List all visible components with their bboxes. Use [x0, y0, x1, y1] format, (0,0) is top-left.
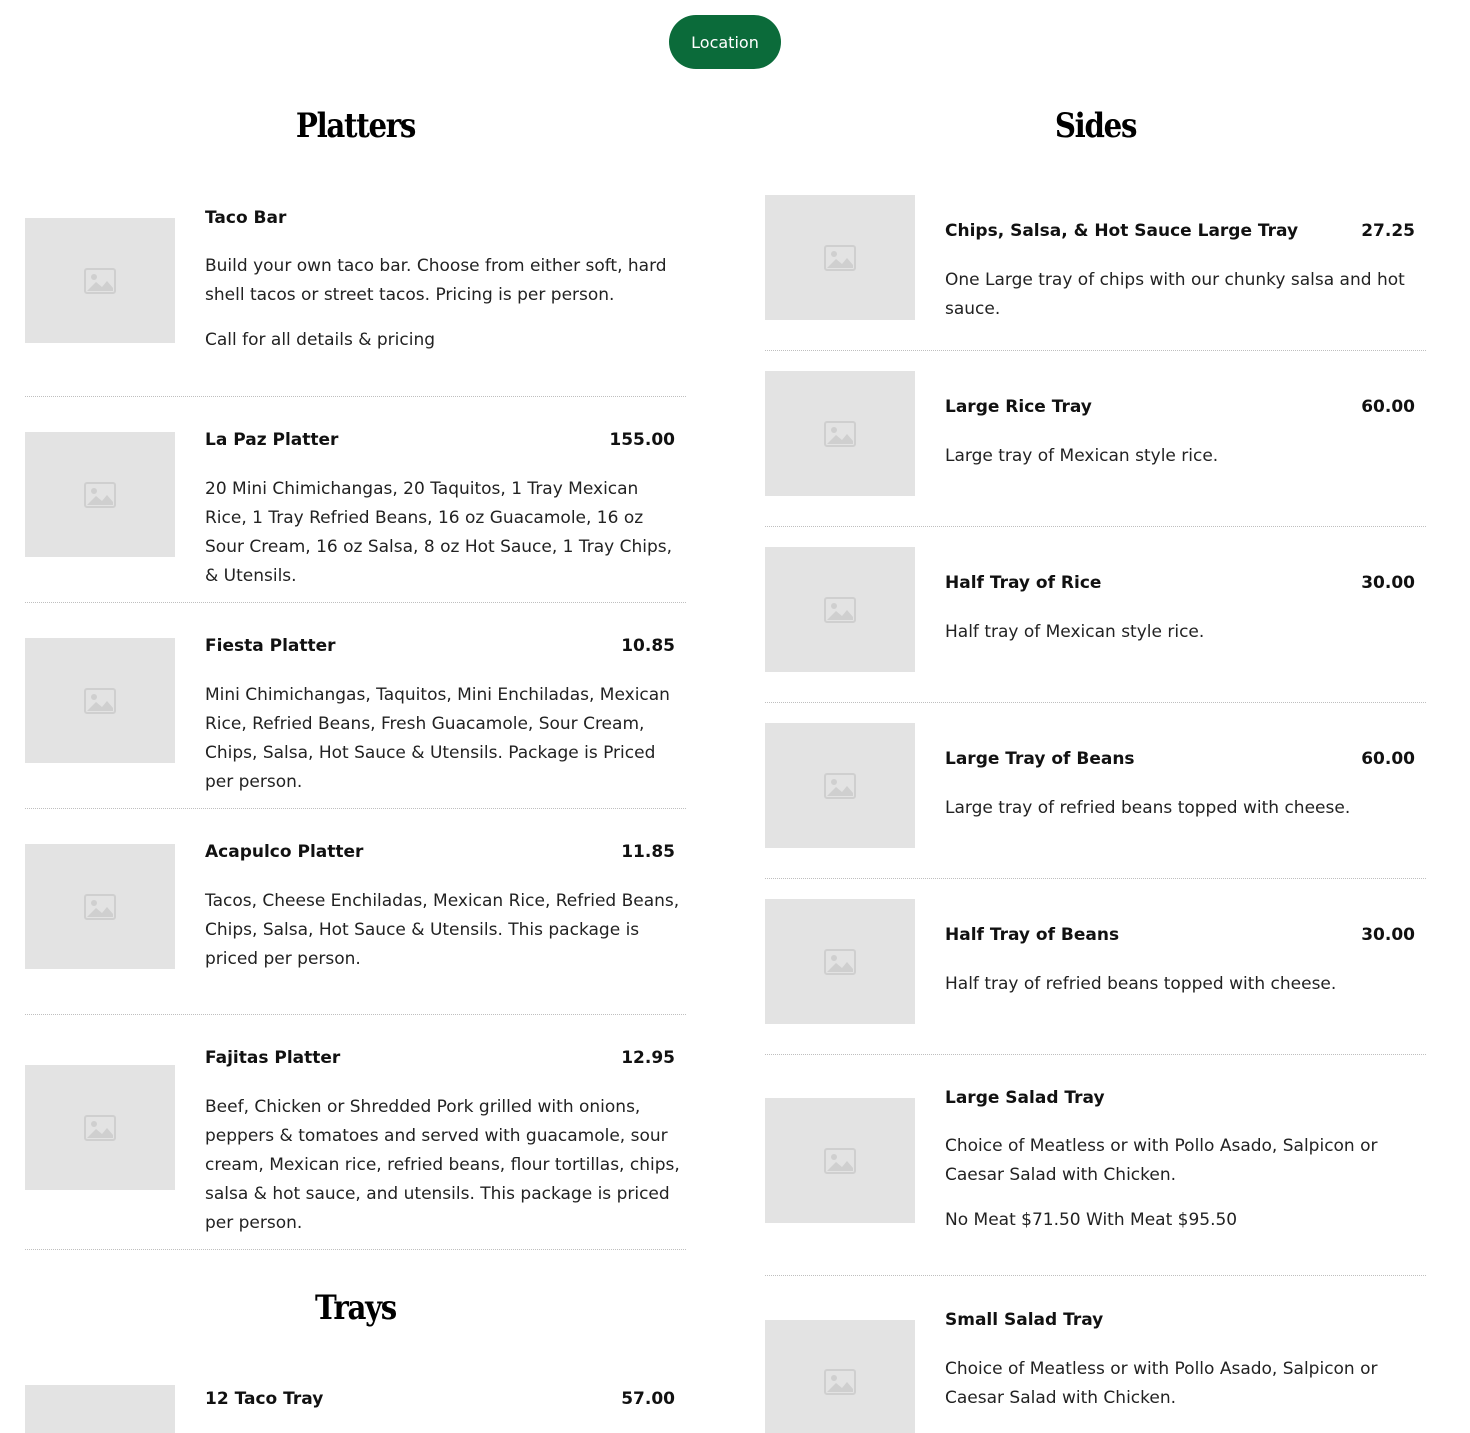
item-name: Fajitas Platter: [205, 1048, 341, 1068]
image-placeholder-icon: [765, 723, 915, 848]
item-description: Large tray of refried beans topped with …: [945, 798, 1351, 818]
item-note: No Meat $71.50 With Meat $95.50: [945, 1210, 1238, 1230]
divider: [25, 602, 686, 603]
divider: [25, 396, 686, 397]
image-placeholder-icon: [765, 547, 915, 672]
image-placeholder-icon: [25, 1065, 175, 1190]
item-name: Half Tray of Rice: [945, 573, 1102, 593]
image-placeholder-icon: [765, 1320, 915, 1433]
image-placeholder-icon: [765, 371, 915, 496]
item-name: 12 Taco Tray: [205, 1389, 324, 1409]
item-description: Half tray of Mexican style rice.: [945, 622, 1205, 642]
divider: [765, 1275, 1426, 1276]
item-description: 20 Mini Chimichangas, 20 Taquitos, 1 Tra…: [205, 479, 673, 586]
item-description: Choice of Meatless or with Pollo Asado, …: [945, 1359, 1378, 1408]
item-note: Call for all details & pricing: [205, 330, 436, 350]
image-placeholder-icon: [25, 844, 175, 969]
item-name: La Paz Platter: [205, 430, 339, 450]
image-placeholder-icon: [25, 638, 175, 763]
divider: [25, 808, 686, 809]
item-name: Large Salad Tray: [945, 1088, 1105, 1108]
image-placeholder-icon: [25, 218, 175, 343]
item-description: Half tray of refried beans topped with c…: [945, 974, 1337, 994]
item-description: Choice of Meatless or with Pollo Asado, …: [945, 1136, 1378, 1185]
item-price: 30.00: [1361, 573, 1415, 593]
item-description: Build your own taco bar. Choose from eit…: [205, 256, 667, 305]
item-name: Chips, Salsa, & Hot Sauce Large Tray: [945, 221, 1299, 241]
divider: [25, 1249, 686, 1250]
item-name: Taco Bar: [205, 208, 287, 228]
sides-heading: Sides: [1054, 106, 1138, 146]
item-price: 10.85: [621, 636, 675, 656]
item-price: 155.00: [609, 430, 675, 450]
item-description: Tacos, Cheese Enchiladas, Mexican Rice, …: [205, 891, 680, 969]
platters-heading: Platters: [295, 106, 416, 146]
item-description: Mini Chimichangas, Taquitos, Mini Enchil…: [205, 685, 670, 792]
item-price: 27.25: [1361, 221, 1415, 241]
divider: [765, 702, 1426, 703]
item-price: 12.95: [621, 1048, 675, 1068]
divider: [765, 350, 1426, 351]
item-name: Acapulco Platter: [205, 842, 364, 862]
trays-heading: Trays: [314, 1288, 397, 1328]
item-description: One Large tray of chips with our chunky …: [945, 270, 1405, 319]
item-price: 60.00: [1361, 749, 1415, 769]
divider: [25, 1014, 686, 1015]
image-placeholder-icon: [25, 432, 175, 557]
item-name: Large Tray of Beans: [945, 749, 1135, 769]
item-price: 11.85: [621, 842, 675, 862]
image-placeholder-icon: [765, 195, 915, 320]
item-name: Half Tray of Beans: [945, 925, 1120, 945]
item-name: Small Salad Tray: [945, 1310, 1104, 1330]
item-name: Fiesta Platter: [205, 636, 336, 656]
divider: [765, 878, 1426, 879]
divider: [765, 1054, 1426, 1055]
location-button[interactable]: Location: [669, 15, 781, 69]
item-price: 60.00: [1361, 397, 1415, 417]
divider: [765, 526, 1426, 527]
item-description: Large tray of Mexican style rice.: [945, 446, 1219, 466]
item-price: 57.00: [621, 1389, 675, 1409]
item-price: 30.00: [1361, 925, 1415, 945]
item-description: Beef, Chicken or Shredded Pork grilled w…: [205, 1097, 680, 1233]
image-placeholder-icon: [765, 1098, 915, 1223]
image-placeholder-icon: [765, 899, 915, 1024]
image-placeholder-icon: [25, 1385, 175, 1433]
item-name: Large Rice Tray: [945, 397, 1092, 417]
